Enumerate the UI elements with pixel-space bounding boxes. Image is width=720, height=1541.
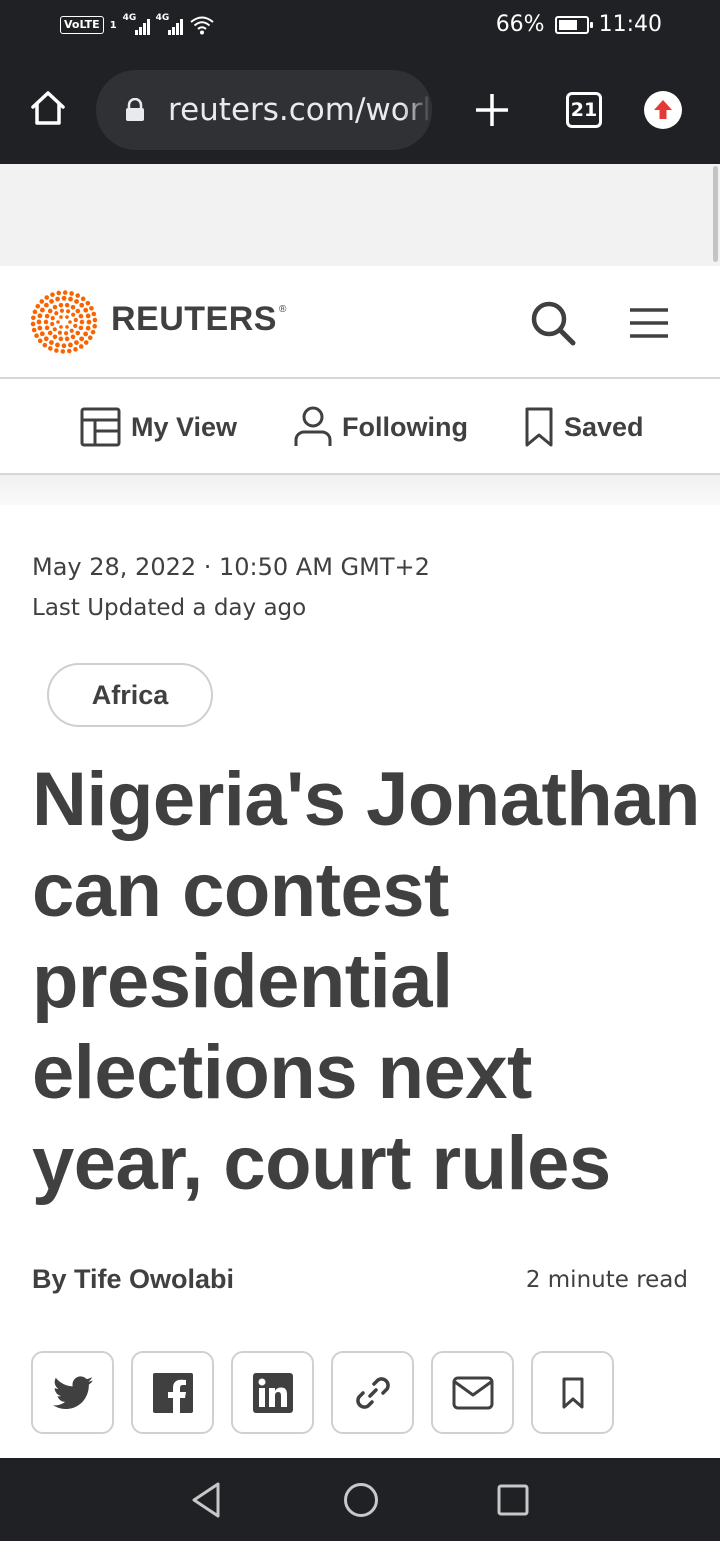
web-page: REUTERS ® My View Following Saved May 28… (0, 164, 720, 1458)
reuters-wordmark[interactable]: REUTERS ® (111, 300, 287, 339)
subnav-my-view[interactable]: My View (80, 407, 237, 447)
ad-placeholder (0, 164, 720, 266)
article-headline: Nigeria's Jonathan can contest president… (32, 757, 700, 1206)
link-icon (355, 1376, 390, 1409)
url-text[interactable]: reuters.com/world (168, 92, 432, 128)
layout-icon (80, 407, 121, 447)
share-facebook-button[interactable] (131, 1351, 214, 1434)
signal-icon-1: 4G (122, 13, 150, 35)
lock-icon (126, 98, 144, 121)
bookmark-icon (525, 407, 553, 447)
site-header: REUTERS ® (0, 266, 720, 379)
scrollbar[interactable] (713, 166, 718, 262)
home-icon[interactable] (28, 88, 68, 128)
share-toolbar (31, 1351, 614, 1434)
subnav-following[interactable]: Following (294, 406, 468, 447)
author-byline[interactable]: By Tife Owolabi (32, 1264, 234, 1295)
search-icon[interactable] (528, 298, 578, 348)
plus-icon[interactable] (472, 90, 512, 130)
home-circle-icon[interactable] (342, 1480, 380, 1520)
clock: 11:40 (598, 12, 662, 37)
logo-text: REUTERS (111, 300, 277, 338)
user-subnav: My View Following Saved (0, 379, 720, 475)
address-bar[interactable]: reuters.com/world (96, 70, 432, 150)
back-triangle-icon[interactable] (188, 1480, 224, 1520)
read-time: 2 minute read (525, 1267, 688, 1293)
update-button[interactable] (644, 91, 682, 129)
save-article-button[interactable] (531, 1351, 614, 1434)
signal-icon-2: 4G (155, 13, 183, 35)
reuters-logo-icon[interactable] (30, 290, 98, 354)
subnav-label: Following (342, 411, 468, 442)
email-icon (452, 1376, 493, 1409)
subnav-label: My View (131, 411, 238, 442)
sim-index: 1 (109, 19, 117, 31)
linkedin-icon (252, 1372, 293, 1413)
battery-icon (554, 15, 593, 34)
system-nav-bar (0, 1458, 720, 1541)
browser-toolbar: reuters.com/world 21 (0, 54, 720, 218)
battery-percent: 66% (495, 12, 545, 37)
subnav-saved[interactable]: Saved (524, 407, 644, 447)
arrow-up-icon (654, 100, 672, 119)
network-type-2: 4G (155, 13, 170, 23)
volte-badge: VoLTE (60, 16, 104, 34)
tab-switcher-button[interactable]: 21 (566, 92, 602, 128)
facebook-icon (152, 1372, 193, 1413)
wifi-icon (190, 16, 214, 35)
subnav-label: Saved (564, 411, 644, 442)
hamburger-menu-icon[interactable] (628, 306, 670, 340)
share-twitter-button[interactable] (31, 1351, 114, 1434)
recents-square-icon[interactable] (496, 1482, 530, 1518)
share-linkedin-button[interactable] (231, 1351, 314, 1434)
status-bar: VoLTE 1 4G 4G 66% 11:40 (0, 0, 720, 54)
network-type-1: 4G (122, 13, 137, 23)
person-icon (294, 406, 332, 446)
registered-mark: ® (278, 304, 287, 315)
share-copy-link-button[interactable] (331, 1351, 414, 1434)
last-updated: Last Updated a day ago (32, 595, 307, 621)
twitter-icon (52, 1375, 93, 1409)
publish-date: May 28, 2022 · 10:50 AM GMT+2 (32, 553, 430, 581)
bookmark-icon (562, 1377, 583, 1408)
section-tag[interactable]: Africa (47, 663, 213, 727)
share-email-button[interactable] (431, 1351, 514, 1434)
